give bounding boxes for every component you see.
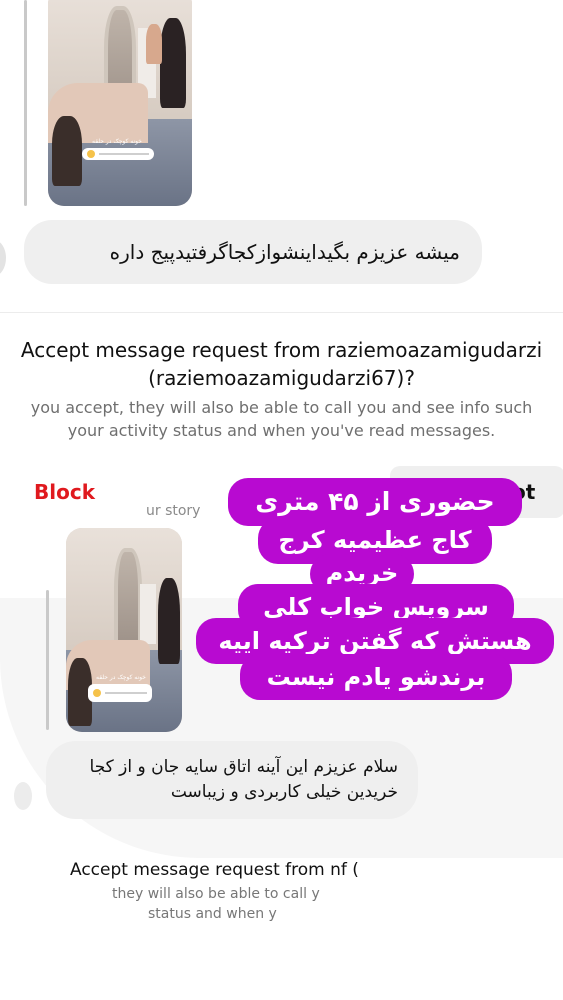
message-text: میشه عزیزم بگیداینشوازکجاگرفتیدپیج داره	[109, 240, 460, 264]
mirror-image	[114, 548, 142, 646]
story-poll-slider	[82, 148, 154, 160]
person-image	[158, 578, 180, 664]
person-image	[160, 18, 186, 108]
sender-avatar[interactable]	[14, 782, 32, 810]
sender-avatar[interactable]	[0, 240, 6, 276]
section-divider	[0, 312, 563, 313]
story-poll-slider	[88, 684, 152, 702]
request-title-line1: Accept message request from raziemoazami…	[20, 338, 543, 362]
overlay-line-6: برندشو یادم نیست	[240, 654, 512, 700]
request-title-line2: (raziemoazamigudarzi67)?	[148, 366, 415, 390]
story-reply-quote-bar	[46, 590, 49, 730]
message-bubble[interactable]: سلام عزیزم این آینه اتاق سایه جان و از ک…	[46, 741, 418, 819]
story-preview-thumbnail[interactable]: خونه کوچک در حلقه	[66, 528, 182, 732]
laugh-emoji-icon	[87, 150, 95, 158]
request-description-partial2: status and when y	[148, 906, 277, 922]
story-poll-caption: خونه کوچک در حلقه	[96, 674, 146, 681]
story-poll-caption: خونه کوچک در حلقه	[92, 138, 142, 145]
message-bubble[interactable]: میشه عزیزم بگیداینشوازکجاگرفتیدپیج داره	[24, 220, 482, 284]
message-text-line2: خریدین خیلی کاربردی و زیباست	[170, 782, 398, 802]
story-preview-thumbnail[interactable]: خونه کوچک در حلقه	[48, 0, 192, 206]
request-description-line1: you accept, they will also be able to ca…	[30, 398, 533, 417]
request-description-partial1: they will also be able to call y	[112, 886, 320, 902]
message-text-line1: سلام عزیزم این آینه اتاق سایه جان و از ک…	[89, 757, 398, 777]
laugh-emoji-icon	[93, 689, 101, 697]
story-reply-label: ur story	[146, 503, 201, 519]
request-title-partial: Accept message request from nf (	[70, 860, 359, 880]
block-button[interactable]: Block	[34, 480, 95, 504]
story-reply-quote-bar	[24, 0, 27, 206]
request-description-line2: your activity status and when you've rea…	[67, 421, 496, 440]
